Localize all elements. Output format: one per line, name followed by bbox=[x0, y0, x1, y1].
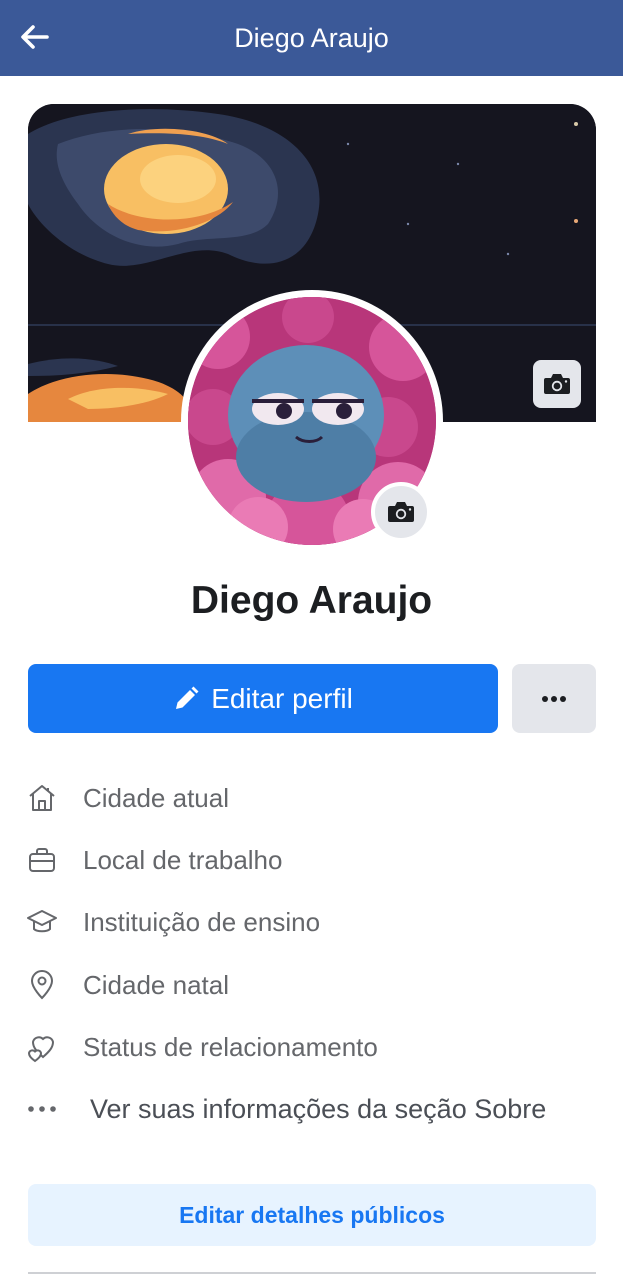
camera-icon bbox=[388, 502, 414, 522]
graduation-cap-icon bbox=[24, 904, 60, 940]
profile-name: Diego Araujo bbox=[190, 579, 433, 622]
detail-relationship-status[interactable]: Status de relacionamento bbox=[24, 1025, 604, 1069]
page-title: Diego Araujo bbox=[234, 23, 389, 53]
camera-icon bbox=[544, 374, 570, 394]
more-options-button[interactable] bbox=[512, 664, 596, 733]
detail-workplace[interactable]: Local de trabalho bbox=[24, 838, 604, 882]
edit-profile-button[interactable]: Editar perfil bbox=[28, 664, 498, 733]
detail-label: Instituição de ensino bbox=[83, 907, 321, 937]
detail-hometown[interactable]: Cidade natal bbox=[24, 963, 604, 1007]
edit-profile-label: Editar perfil bbox=[211, 682, 353, 714]
avatar-camera-button[interactable] bbox=[371, 482, 431, 542]
detail-see-about-info[interactable]: Ver suas informações da seção Sobre bbox=[24, 1087, 604, 1131]
divider bbox=[28, 1272, 596, 1274]
cover-photo-camera-button[interactable] bbox=[533, 360, 581, 408]
detail-label: Cidade atual bbox=[83, 783, 229, 813]
edit-public-details-button[interactable]: Editar detalhes públicos bbox=[28, 1184, 596, 1246]
detail-label: Cidade natal bbox=[83, 970, 229, 1000]
more-dots-icon bbox=[542, 695, 566, 702]
more-dots-icon bbox=[24, 1091, 60, 1127]
briefcase-icon bbox=[24, 842, 60, 878]
home-icon bbox=[24, 780, 60, 816]
top-bar: Diego Araujo bbox=[0, 0, 623, 76]
heart-icon bbox=[24, 1029, 60, 1065]
detail-label: Local de trabalho bbox=[83, 845, 283, 875]
location-pin-icon bbox=[24, 967, 60, 1003]
detail-label: Ver suas informações da seção Sobre bbox=[90, 1094, 547, 1124]
detail-current-city[interactable]: Cidade atual bbox=[24, 776, 604, 820]
detail-school[interactable]: Instituição de ensino bbox=[24, 900, 604, 944]
detail-label: Status de relacionamento bbox=[83, 1032, 378, 1062]
pencil-icon bbox=[176, 686, 199, 709]
